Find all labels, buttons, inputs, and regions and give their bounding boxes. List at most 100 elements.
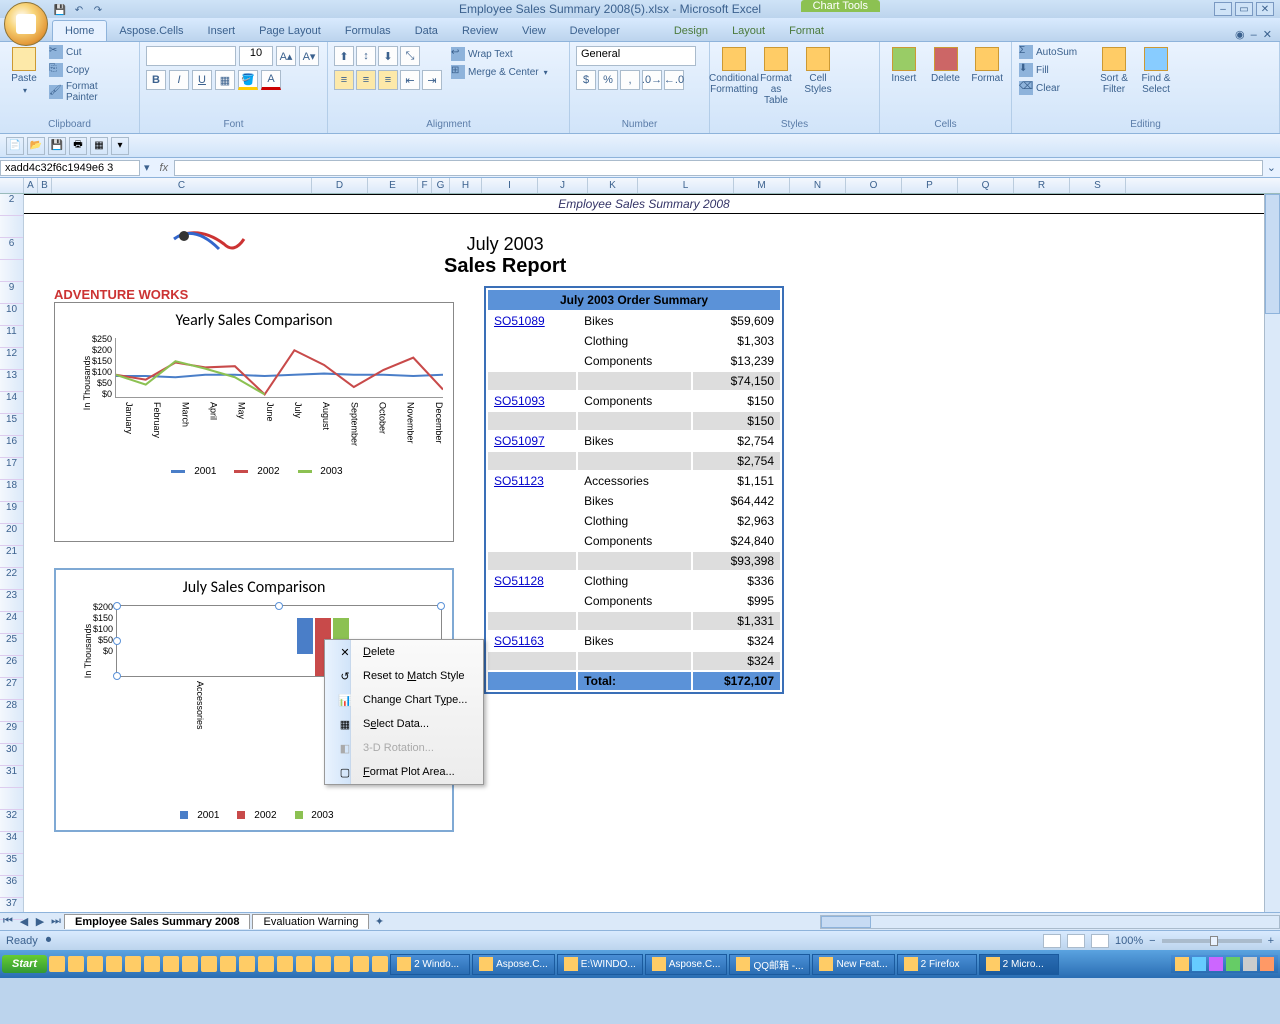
so-link[interactable]: SO51128 — [488, 572, 576, 590]
find-select-button[interactable]: Find & Select — [1136, 44, 1176, 98]
ql-icon[interactable] — [220, 956, 236, 972]
tab-review[interactable]: Review — [450, 21, 510, 41]
row-header[interactable]: 16 — [0, 436, 23, 458]
minimize-icon[interactable]: – — [1214, 2, 1232, 16]
qat2-icon5[interactable]: ▦ — [90, 137, 108, 155]
zoom-level[interactable]: 100% — [1115, 935, 1143, 947]
wrap-text-button[interactable]: ↩Wrap Text — [448, 46, 551, 62]
qat2-new-icon[interactable]: 📄 — [6, 137, 24, 155]
ql-icon[interactable] — [315, 956, 331, 972]
page-layout-view-icon[interactable] — [1067, 934, 1085, 948]
col-header[interactable]: E — [368, 178, 418, 193]
row-header[interactable]: 10 — [0, 304, 23, 326]
qat-undo-icon[interactable]: ↶ — [71, 2, 87, 18]
ql-icon[interactable] — [258, 956, 274, 972]
formula-expand-icon[interactable]: ⌄ — [1263, 161, 1280, 174]
ql-icon[interactable] — [49, 956, 65, 972]
so-link[interactable] — [488, 492, 576, 510]
ql-icon[interactable] — [353, 956, 369, 972]
sheet-nav-last-icon[interactable]: ⏭ — [48, 915, 64, 928]
tab-developer[interactable]: Developer — [558, 21, 632, 41]
name-box[interactable]: xadd4c32f6c1949e6 3 — [0, 160, 140, 176]
col-header[interactable]: P — [902, 178, 958, 193]
row-header[interactable]: 36 — [0, 876, 23, 898]
col-header[interactable]: C — [52, 178, 312, 193]
taskbar-button[interactable]: QQ邮箱 -... — [729, 954, 810, 975]
row-header[interactable]: 22 — [0, 568, 23, 590]
col-header[interactable]: M — [734, 178, 790, 193]
taskbar-button[interactable]: 2 Micro... — [979, 954, 1059, 975]
tray-icon[interactable] — [1260, 957, 1274, 971]
row-header[interactable]: 30 — [0, 744, 23, 766]
row-header[interactable]: 35 — [0, 854, 23, 876]
col-header[interactable]: O — [846, 178, 902, 193]
copy-button[interactable]: ⎘Copy — [46, 62, 135, 78]
tab-insert[interactable]: Insert — [196, 21, 248, 41]
col-header[interactable]: F — [418, 178, 432, 193]
sheet-tab-2[interactable]: Evaluation Warning — [252, 914, 369, 929]
formula-bar[interactable] — [174, 160, 1263, 176]
so-link[interactable]: SO51089 — [488, 312, 576, 330]
ql-icon[interactable] — [182, 956, 198, 972]
col-header[interactable]: B — [38, 178, 52, 193]
row-header[interactable]: 23 — [0, 590, 23, 612]
sheet-tab-active[interactable]: Employee Sales Summary 2008 — [64, 914, 250, 929]
col-header[interactable]: I — [482, 178, 538, 193]
sort-filter-button[interactable]: Sort & Filter — [1094, 44, 1134, 98]
currency-icon[interactable]: $ — [576, 70, 596, 90]
increase-indent-icon[interactable]: ⇥ — [422, 70, 442, 90]
so-link[interactable] — [488, 352, 576, 370]
zoom-out-icon[interactable]: − — [1149, 935, 1155, 947]
so-link[interactable]: SO51093 — [488, 392, 576, 410]
tab-format[interactable]: Format — [777, 21, 836, 41]
qat-save-icon[interactable]: 💾 — [52, 2, 68, 18]
so-link[interactable]: SO51123 — [488, 472, 576, 490]
sheet-nav-next-icon[interactable]: ▶ — [32, 915, 48, 928]
tab-home[interactable]: Home — [52, 20, 107, 41]
align-top-icon[interactable]: ⬆ — [334, 46, 354, 66]
chart-bar[interactable] — [297, 618, 313, 654]
qat-redo-icon[interactable]: ↷ — [90, 2, 106, 18]
row-header[interactable]: 11 — [0, 326, 23, 348]
taskbar-button[interactable]: New Feat... — [812, 954, 894, 975]
col-header[interactable]: R — [1014, 178, 1070, 193]
vertical-scrollbar[interactable] — [1264, 194, 1280, 912]
normal-view-icon[interactable] — [1043, 934, 1061, 948]
format-cells-button[interactable]: Format — [967, 44, 1007, 87]
qat2-dropdown-icon[interactable]: ▾ — [111, 137, 129, 155]
number-format-dropdown[interactable]: General — [576, 46, 696, 66]
page-break-view-icon[interactable] — [1091, 934, 1109, 948]
col-header[interactable]: H — [450, 178, 482, 193]
horizontal-scrollbar[interactable] — [820, 915, 1280, 929]
row-header[interactable]: 17 — [0, 458, 23, 480]
row-header[interactable]: 25 — [0, 634, 23, 656]
sheet-nav-prev-icon[interactable]: ◀ — [16, 915, 32, 928]
selection-handle[interactable] — [275, 602, 283, 610]
font-size-dropdown[interactable]: 10 — [239, 46, 273, 66]
tab-data[interactable]: Data — [403, 21, 450, 41]
row-header[interactable]: 13 — [0, 370, 23, 392]
delete-cells-button[interactable]: Delete — [926, 44, 966, 87]
clear-button[interactable]: ⌫Clear — [1016, 80, 1092, 96]
taskbar-button[interactable]: Aspose.C... — [472, 954, 555, 975]
qat2-save-icon[interactable]: 💾 — [48, 137, 66, 155]
taskbar-button[interactable]: E:\WINDO... — [557, 954, 643, 975]
zoom-in-icon[interactable]: + — [1268, 935, 1274, 947]
sheet-nav-first-icon[interactable]: ⏮ — [0, 915, 16, 928]
col-header[interactable]: G — [432, 178, 450, 193]
row-header[interactable]: 12 — [0, 348, 23, 370]
context-menu-item[interactable]: ↺Reset to Match Style — [351, 664, 483, 688]
col-header[interactable]: Q — [958, 178, 1014, 193]
row-header[interactable]: 2 — [0, 194, 23, 216]
context-menu-item[interactable]: ▦Select Data... — [351, 712, 483, 736]
ql-icon[interactable] — [372, 956, 388, 972]
row-header[interactable]: 29 — [0, 722, 23, 744]
row-header[interactable]: 15 — [0, 414, 23, 436]
row-header[interactable]: 19 — [0, 502, 23, 524]
align-bottom-icon[interactable]: ⬇ — [378, 46, 398, 66]
select-all-corner[interactable] — [0, 178, 24, 193]
tray-icon[interactable] — [1192, 957, 1206, 971]
ql-icon[interactable] — [125, 956, 141, 972]
fill-button[interactable]: ⬇Fill — [1016, 62, 1092, 78]
row-header[interactable]: 32 — [0, 810, 23, 832]
